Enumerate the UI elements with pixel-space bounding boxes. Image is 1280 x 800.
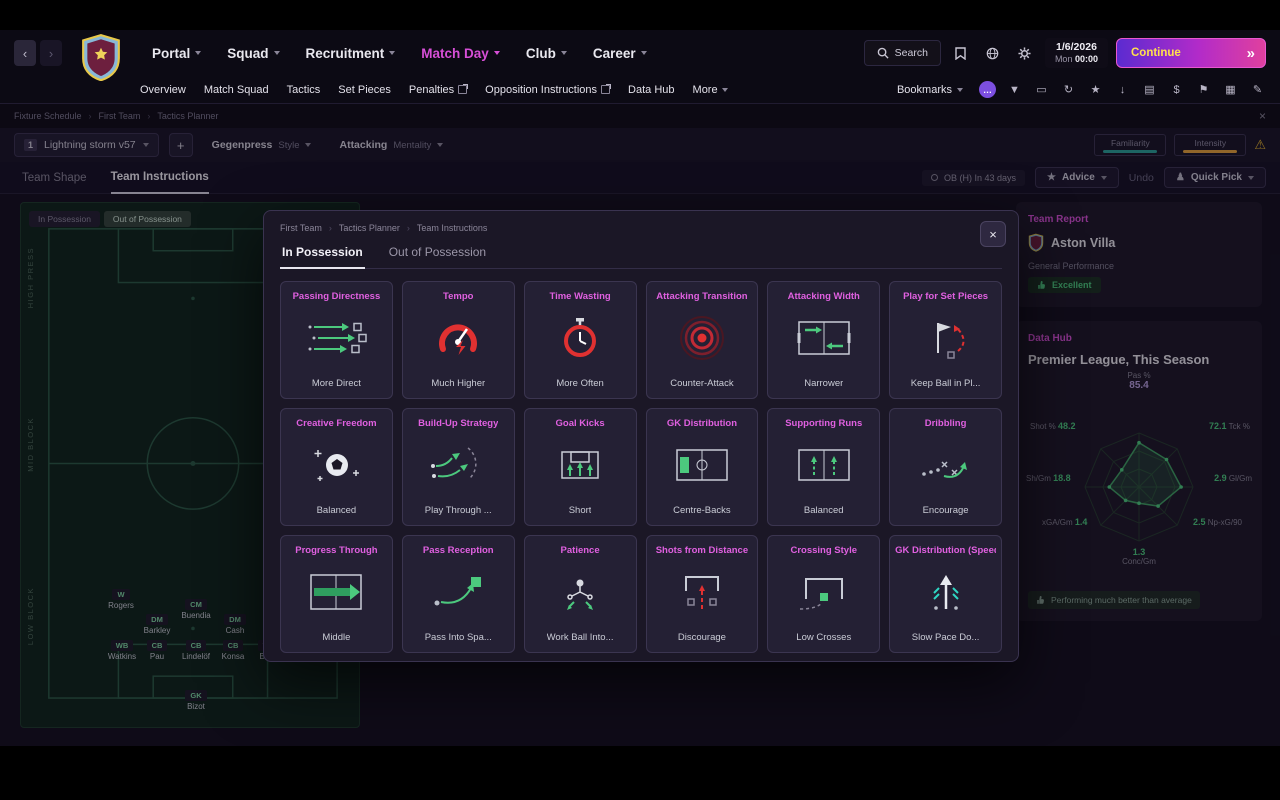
club-crest[interactable] <box>80 33 122 83</box>
close-button[interactable]: × <box>980 221 1006 247</box>
card-crossing-style[interactable]: Crossing Style Low Crosses <box>767 535 881 653</box>
bookmark-icon[interactable] <box>949 41 973 65</box>
chevron-down-icon <box>195 51 202 55</box>
card-tempo[interactable]: Tempo Much Higher <box>401 281 515 399</box>
card-attacking-width[interactable]: Attacking Width Narrower <box>767 281 881 399</box>
chevron-down-icon <box>957 87 963 92</box>
card-patience[interactable]: Patience Work Ball Into... <box>523 535 637 653</box>
menu-recruitment[interactable]: Recruitment <box>306 46 396 61</box>
subnav-tactics[interactable]: Tactics <box>287 84 321 96</box>
tempo-icon <box>426 315 490 366</box>
subnav-data-hub[interactable]: Data Hub <box>628 84 674 96</box>
card-gk-distribution-speed[interactable]: GK Distribution (Speed Slow Pace Do... <box>889 535 1002 653</box>
game-date[interactable]: 1/6/2026 Mon 00:00 <box>1044 38 1108 68</box>
subnav-more[interactable]: More <box>693 84 728 96</box>
sync-icon[interactable]: ↻ <box>1060 81 1077 98</box>
flag-icon[interactable]: ⚑ <box>1195 81 1212 98</box>
pass-reception-icon <box>426 569 490 620</box>
chevron-down-icon <box>273 51 280 55</box>
card-progress-through[interactable]: Progress Through Middle <box>280 535 393 653</box>
subnav-overview[interactable]: Overview <box>140 84 186 96</box>
set-pieces-icon <box>914 315 978 366</box>
card-play-for-set-pieces[interactable]: Play for Set Pieces Keep Ball in Pl... <box>889 281 1002 399</box>
chevron-down-icon <box>640 51 647 55</box>
chevron-down-icon <box>560 51 567 55</box>
attacking-transition-icon <box>670 315 734 366</box>
gear-icon[interactable] <box>1013 41 1037 65</box>
modal-breadcrumb: First Team Tactics Planner Team Instruct… <box>280 223 1002 233</box>
menu-squad[interactable]: Squad <box>227 46 280 61</box>
tactics-board-icon[interactable]: ▭ <box>1033 81 1050 98</box>
supporting-runs-icon <box>792 442 856 493</box>
menu-match-day[interactable]: Match Day <box>421 46 500 61</box>
card-pass-reception[interactable]: Pass Reception Pass Into Spa... <box>401 535 515 653</box>
app-header: ‹ › Portal Squad Recruitment Match Day C… <box>0 30 1280 104</box>
main-menu: Portal Squad Recruitment Match Day Club … <box>152 46 647 61</box>
external-link-icon <box>601 84 612 94</box>
subnav-penalties[interactable]: Penalties <box>409 84 469 96</box>
patience-icon <box>548 569 612 620</box>
dribbling-icon <box>914 442 978 493</box>
external-link-icon <box>458 84 469 94</box>
modal-tabs: In Possession Out of Possession <box>280 241 1002 269</box>
bookmarks-dropdown[interactable]: Bookmarks <box>897 84 963 96</box>
subnav-opposition-instructions[interactable]: Opposition Instructions <box>485 84 612 96</box>
build-up-icon <box>426 442 490 493</box>
news-icon[interactable]: ▤ <box>1141 81 1158 98</box>
instruction-cards-grid: Passing Directness More Direct Tempo Muc… <box>280 281 1002 653</box>
card-gk-distribution[interactable]: GK Distribution Centre-Backs <box>645 408 759 526</box>
card-supporting-runs[interactable]: Supporting Runs Balanced <box>767 408 881 526</box>
continue-button[interactable]: Continue » <box>1116 38 1266 68</box>
modal-tab-out-of-possession[interactable]: Out of Possession <box>387 241 488 268</box>
subnav-set-pieces[interactable]: Set Pieces <box>338 84 391 96</box>
menu-career[interactable]: Career <box>593 46 647 61</box>
back-button[interactable]: ‹ <box>14 40 36 66</box>
crossing-style-icon <box>792 569 856 620</box>
attacking-width-icon <box>792 315 856 366</box>
creative-freedom-icon <box>304 442 368 493</box>
trophy-icon[interactable]: ★ <box>1087 81 1104 98</box>
card-goal-kicks[interactable]: Goal Kicks Short <box>523 408 637 526</box>
search-icon <box>877 47 889 59</box>
search-button[interactable]: Search <box>863 40 941 66</box>
forward-button[interactable]: › <box>40 40 62 66</box>
passing-directness-icon <box>304 315 368 366</box>
progress-through-icon <box>304 569 368 620</box>
card-passing-directness[interactable]: Passing Directness More Direct <box>280 281 393 399</box>
modal-tab-in-possession[interactable]: In Possession <box>280 241 365 269</box>
chevron-down-icon <box>389 51 396 55</box>
subnav-match-squad[interactable]: Match Squad <box>204 84 269 96</box>
team-instructions-modal: First Team Tactics Planner Team Instruct… <box>263 210 1019 662</box>
notes-icon[interactable]: ✎ <box>1249 81 1266 98</box>
card-attacking-transition[interactable]: Attacking Transition Counter-Attack <box>645 281 759 399</box>
card-dribbling[interactable]: Dribbling Encourage <box>889 408 1002 526</box>
shots-distance-icon <box>670 569 734 620</box>
chevron-down-icon <box>493 51 500 55</box>
app-window: ‹ › Portal Squad Recruitment Match Day C… <box>0 30 1280 746</box>
time-wasting-icon <box>548 315 612 366</box>
fast-forward-icon: » <box>1246 44 1255 62</box>
inbox-icon[interactable]: ↓ <box>1114 81 1131 98</box>
menu-portal[interactable]: Portal <box>152 46 202 61</box>
card-creative-freedom[interactable]: Creative Freedom Balanced <box>280 408 393 526</box>
chevron-down-icon <box>721 87 728 92</box>
gk-distribution-icon <box>670 442 734 493</box>
globe-icon[interactable] <box>981 41 1005 65</box>
calendar-icon[interactable]: ▦ <box>1222 81 1239 98</box>
kit-icon[interactable]: ▼ <box>1006 81 1023 98</box>
card-shots-from-distance[interactable]: Shots from Distance Discourage <box>645 535 759 653</box>
menu-club[interactable]: Club <box>526 46 567 61</box>
assistant-chat-icon[interactable]: … <box>979 81 996 98</box>
gk-distribution-speed-icon <box>914 569 978 620</box>
goal-kicks-icon <box>548 442 612 493</box>
card-build-up-strategy[interactable]: Build-Up Strategy Play Through ... <box>401 408 515 526</box>
card-time-wasting[interactable]: Time Wasting More Often <box>523 281 637 399</box>
finances-icon[interactable]: $ <box>1168 81 1185 98</box>
